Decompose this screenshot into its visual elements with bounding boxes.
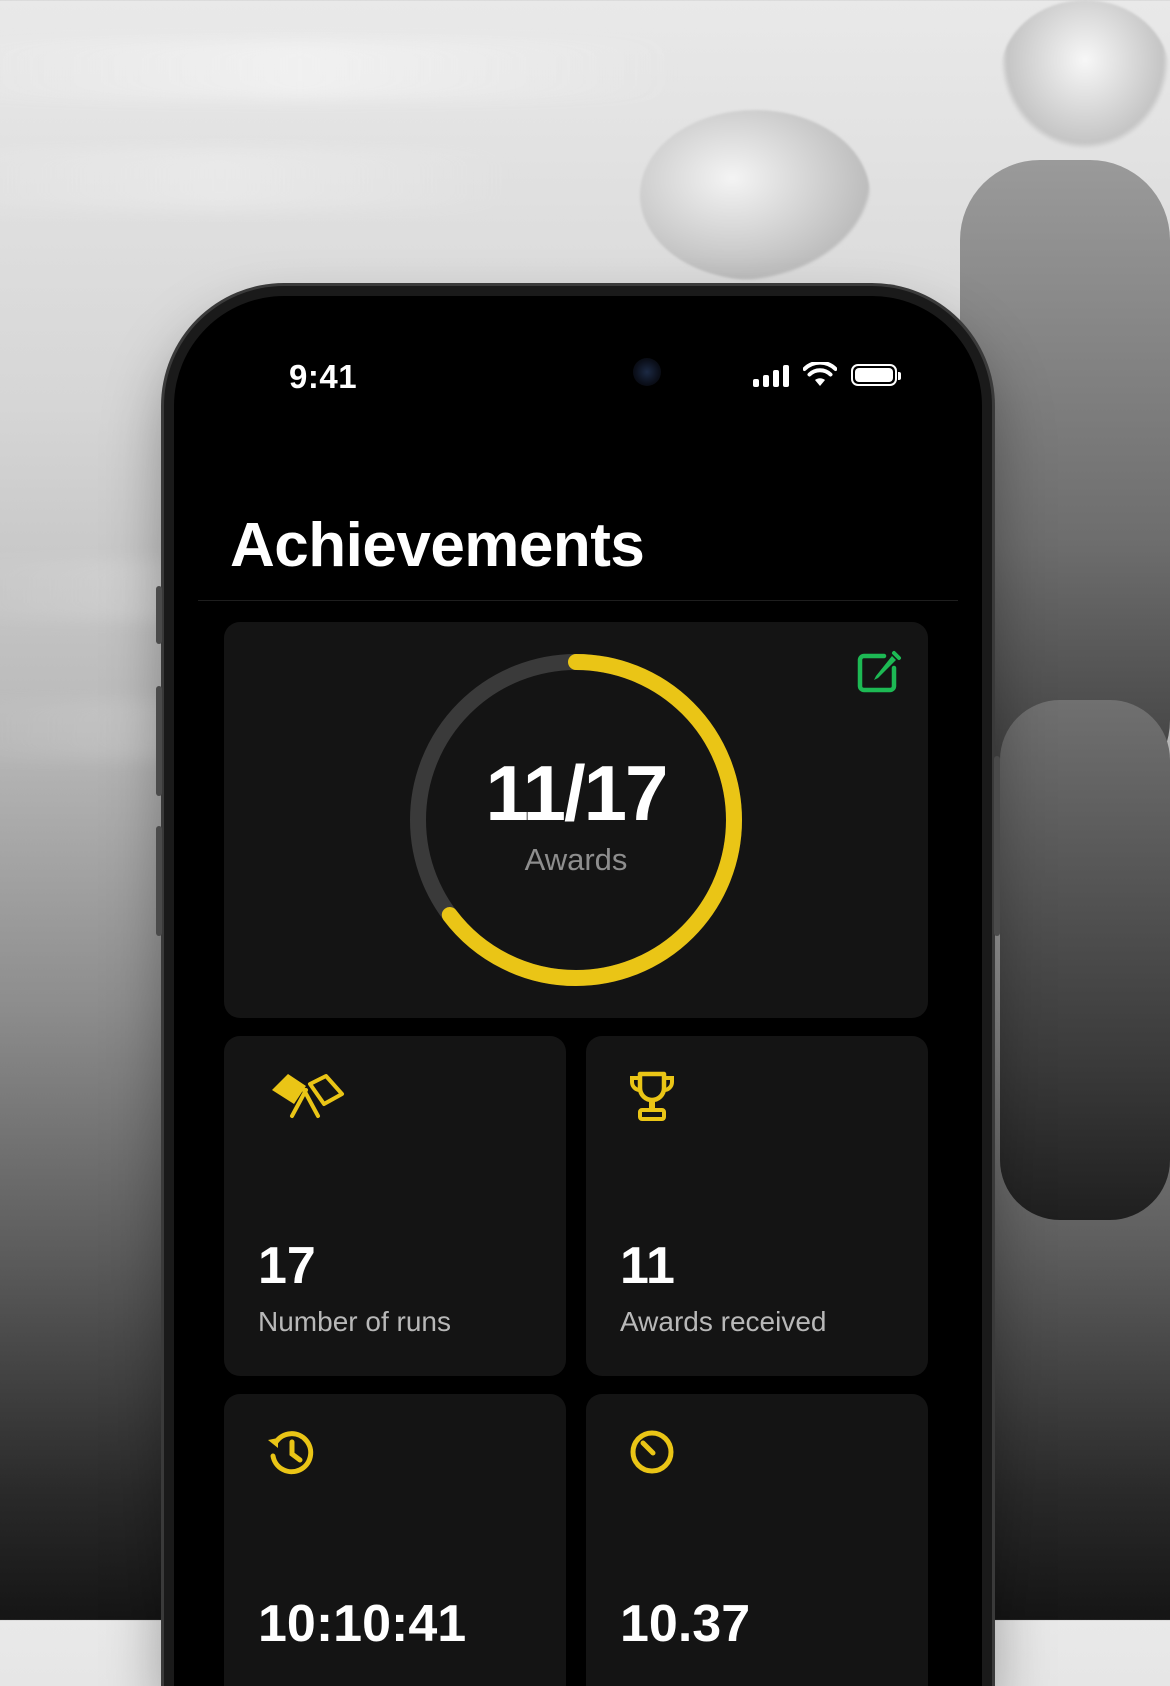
- awards-progress-ring: 11/17 Awards: [402, 646, 750, 994]
- awards-summary-card: 11/17 Awards: [224, 622, 928, 1018]
- stat-card-time[interactable]: 10:10:41: [224, 1394, 566, 1686]
- stat-value: 10:10:41: [258, 1595, 467, 1653]
- status-bar: 9:41: [174, 358, 982, 398]
- cellular-signal-icon: [753, 363, 789, 387]
- phone-frame: 9:41 Achievements 11/17 Awards 17 Number…: [156, 286, 1000, 1686]
- battery-icon: [851, 364, 901, 386]
- flags-icon: [272, 1074, 344, 1118]
- stat-card-runs[interactable]: 17 Number of runs: [224, 1036, 566, 1376]
- page-title: Achievements: [230, 511, 645, 580]
- stat-card-awards[interactable]: 11 Awards received: [586, 1036, 928, 1376]
- history-icon: [268, 1431, 314, 1475]
- status-time: 9:41: [289, 358, 358, 395]
- stat-label: Number of runs: [258, 1306, 451, 1337]
- app-screen: 9:41 Achievements 11/17 Awards 17 Number…: [174, 296, 982, 1686]
- stat-value: 11: [620, 1237, 675, 1295]
- awards-count: 11/17: [485, 749, 669, 837]
- header-divider: [198, 600, 958, 601]
- awards-label: Awards: [524, 842, 628, 877]
- wifi-icon: [803, 362, 837, 386]
- trophy-icon: [630, 1071, 674, 1121]
- stat-value: 17: [258, 1237, 316, 1295]
- stat-card-pace[interactable]: 10.37: [586, 1394, 928, 1686]
- stat-label: Awards received: [620, 1306, 827, 1337]
- timer-icon: [630, 1430, 674, 1474]
- stat-value: 10.37: [620, 1595, 751, 1653]
- front-camera: [633, 358, 661, 386]
- edit-icon[interactable]: [854, 648, 902, 696]
